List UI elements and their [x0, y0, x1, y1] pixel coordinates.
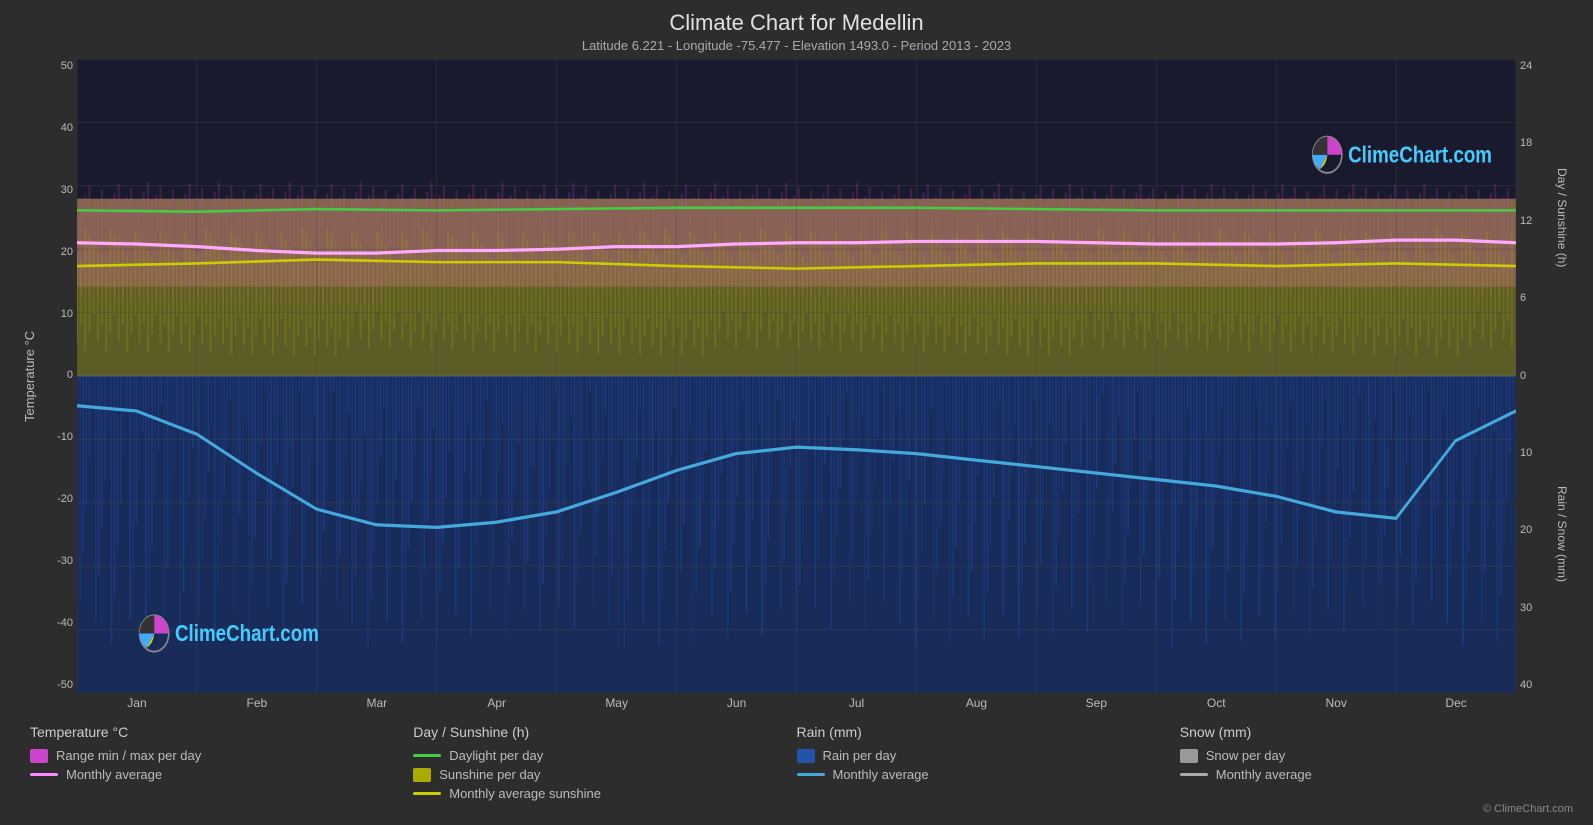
y-tick-left: 30: [42, 185, 73, 196]
x-tick: Mar: [317, 696, 437, 710]
y-tick-left: -20: [42, 494, 73, 505]
legend-col-title: Snow (mm): [1180, 724, 1563, 740]
watermark: © ClimeChart.com: [20, 803, 1573, 815]
x-tick: May: [557, 696, 677, 710]
legend-item-label: Rain per day: [823, 748, 897, 763]
x-tick: Jan: [77, 696, 197, 710]
y-tick-right: 30: [1520, 603, 1551, 614]
legend-item-label: Range min / max per day: [56, 748, 201, 763]
legend-line: [797, 773, 825, 776]
y-axis-right-ticks: 24 18 12 6 0 10 20 30 40: [1516, 59, 1551, 693]
legend-item: Monthly average: [30, 767, 413, 782]
x-tick: Aug: [916, 696, 1036, 710]
legend-item: Monthly average sunshine: [413, 786, 796, 801]
y-tick-right: 18: [1520, 138, 1551, 149]
legend-item-label: Monthly average: [833, 767, 929, 782]
y-tick-right: 40: [1520, 680, 1551, 691]
y-axis-right-bottom-label: Rain / Snow (mm): [1555, 376, 1569, 693]
legend-line: [413, 792, 441, 795]
legend-line: [30, 773, 58, 776]
y-tick-left: 50: [42, 61, 73, 72]
y-axis-left-ticks: 50 40 30 20 10 0 -10 -20 -30 -40 -50: [42, 59, 77, 693]
y-axis-right-labels: Day / Sunshine (h) Rain / Snow (mm): [1551, 59, 1573, 693]
x-tick: Jun: [677, 696, 797, 710]
y-tick-left: 10: [42, 309, 73, 320]
legend-line: [1180, 773, 1208, 776]
legend-col: Day / Sunshine (h) Daylight per day Sunshi…: [413, 724, 796, 801]
legend-swatch: [1180, 749, 1198, 763]
legend-area: Temperature °C Range min / max per day Mon…: [20, 724, 1573, 801]
legend-item-label: Monthly average: [1216, 767, 1312, 782]
x-tick: Sep: [1036, 696, 1156, 710]
y-axis-left-label: Temperature °C: [20, 59, 42, 693]
chart-main: ClimeChart.com ClimeChart.com: [77, 59, 1516, 693]
svg-text:ClimeChart.com: ClimeChart.com: [1348, 143, 1492, 168]
x-tick: Nov: [1276, 696, 1396, 710]
y-tick-left: -10: [42, 432, 73, 443]
legend-item: Rain per day: [797, 748, 1180, 763]
y-tick-right: 6: [1520, 293, 1551, 304]
legend-item-label: Monthly average sunshine: [449, 786, 601, 801]
legend-item: Monthly average: [1180, 767, 1563, 782]
legend-item-label: Sunshine per day: [439, 767, 540, 782]
y-tick-right: 12: [1520, 216, 1551, 227]
legend-item-label: Snow per day: [1206, 748, 1286, 763]
x-axis: JanFebMarAprMayJunJulAugSepOctNovDec: [77, 693, 1516, 716]
legend-item: Daylight per day: [413, 748, 796, 763]
legend-line: [413, 754, 441, 757]
y-axis-right-top-label: Day / Sunshine (h): [1555, 59, 1569, 376]
legend-item: Snow per day: [1180, 748, 1563, 763]
legend-item: Range min / max per day: [30, 748, 413, 763]
legend-col: Temperature °C Range min / max per day Mon…: [30, 724, 413, 801]
x-tick: Dec: [1396, 696, 1516, 710]
chart-subtitle: Latitude 6.221 - Longitude -75.477 - Ele…: [20, 38, 1573, 53]
legend-item-label: Daylight per day: [449, 748, 543, 763]
y-tick-right: 10: [1520, 448, 1551, 459]
legend-item-label: Monthly average: [66, 767, 162, 782]
legend-swatch: [413, 768, 431, 782]
legend-item: Monthly average: [797, 767, 1180, 782]
legend-swatch: [797, 749, 815, 763]
legend-col-title: Temperature °C: [30, 724, 413, 740]
svg-text:ClimeChart.com: ClimeChart.com: [175, 621, 319, 646]
legend-col-title: Rain (mm): [797, 724, 1180, 740]
y-tick-left: -50: [42, 680, 73, 691]
page-wrapper: Climate Chart for Medellin Latitude 6.22…: [0, 0, 1593, 825]
y-tick-right: 24: [1520, 61, 1551, 72]
y-tick-left: 0: [42, 370, 73, 381]
legend-col-title: Day / Sunshine (h): [413, 724, 796, 740]
x-tick: Apr: [437, 696, 557, 710]
legend-item: Sunshine per day: [413, 767, 796, 782]
y-tick-left: 20: [42, 247, 73, 258]
legend-swatch: [30, 749, 48, 763]
y-tick-left: -40: [42, 618, 73, 629]
chart-title: Climate Chart for Medellin: [20, 10, 1573, 36]
y-tick-left: -30: [42, 556, 73, 567]
y-tick-left: 40: [42, 123, 73, 134]
y-axis-right-wrapper: 24 18 12 6 0 10 20 30 40 Day / Sunshine (h) Rain…: [1516, 59, 1573, 693]
x-tick: Jul: [797, 696, 917, 710]
legend-col: Snow (mm) Snow per day Monthly average: [1180, 724, 1563, 801]
y-tick-right: 20: [1520, 525, 1551, 536]
y-tick-right: 0: [1520, 371, 1551, 382]
legend-col: Rain (mm) Rain per day Monthly average: [797, 724, 1180, 801]
x-tick: Oct: [1156, 696, 1276, 710]
chart-area: Temperature °C 50 40 30 20 10 0 -10 -20 -30 -40 -5…: [20, 59, 1573, 693]
x-tick: Feb: [197, 696, 317, 710]
